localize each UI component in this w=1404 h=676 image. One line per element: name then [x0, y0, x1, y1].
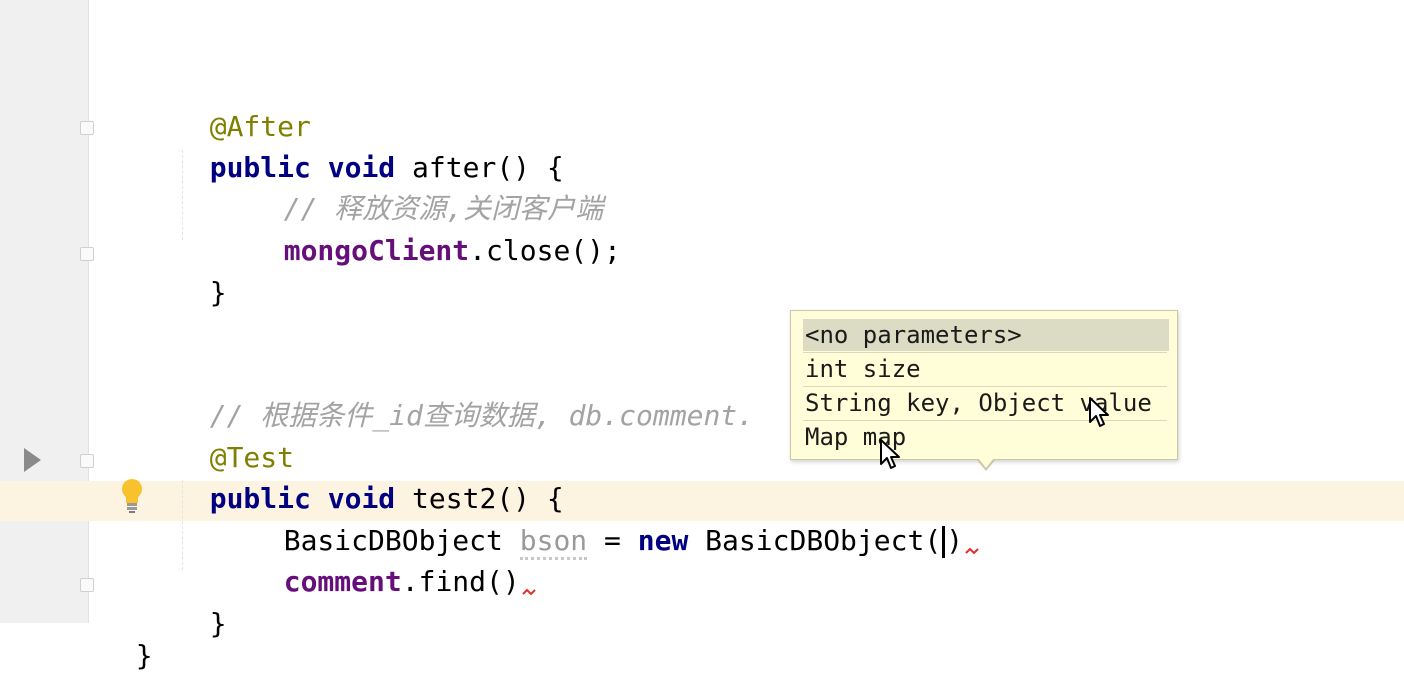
- constructor-call: BasicDBObject(: [688, 524, 942, 557]
- mouse-pointer-icon: [880, 439, 900, 469]
- closing-brace: }: [209, 276, 227, 309]
- closing-brace: }: [209, 607, 227, 640]
- closing-brace: }: [135, 639, 153, 672]
- parameter-option[interactable]: <no parameters>: [803, 319, 1169, 351]
- fold-marker[interactable]: [80, 578, 94, 592]
- code-line[interactable]: }: [176, 564, 227, 644]
- fold-marker[interactable]: [80, 121, 94, 135]
- popup-pointer-fill: [978, 458, 994, 468]
- lightbulb-icon[interactable]: [118, 477, 146, 515]
- code-line[interactable]: }: [102, 596, 153, 676]
- editor-gutter: [0, 0, 89, 623]
- method-call: .find(): [401, 565, 520, 598]
- run-triangle-icon[interactable]: [24, 448, 41, 472]
- parameter-option[interactable]: int size: [803, 353, 1169, 385]
- field-reference: comment: [283, 565, 402, 598]
- method-call: .close();: [469, 234, 621, 267]
- parameter-info-popup: <no parameters> int size String key, Obj…: [790, 310, 1178, 460]
- mouse-pointer-icon: [1089, 397, 1109, 427]
- operator: =: [587, 524, 638, 557]
- code-line[interactable]: mongoClient.close();: [250, 191, 621, 271]
- parameter-option[interactable]: String key, Object value: [803, 387, 1169, 419]
- field-reference: mongoClient: [283, 234, 470, 267]
- text-caret: [942, 526, 946, 558]
- fold-marker[interactable]: [80, 247, 94, 261]
- closing-paren: ): [946, 524, 964, 557]
- code-line[interactable]: }: [176, 233, 227, 313]
- fold-marker[interactable]: [80, 454, 94, 468]
- keyword: new: [637, 524, 689, 557]
- parameter-option[interactable]: Map map: [803, 421, 1169, 453]
- code-line[interactable]: comment.find(): [250, 522, 538, 602]
- error-squiggle: [965, 547, 979, 555]
- error-squiggle: [522, 588, 536, 596]
